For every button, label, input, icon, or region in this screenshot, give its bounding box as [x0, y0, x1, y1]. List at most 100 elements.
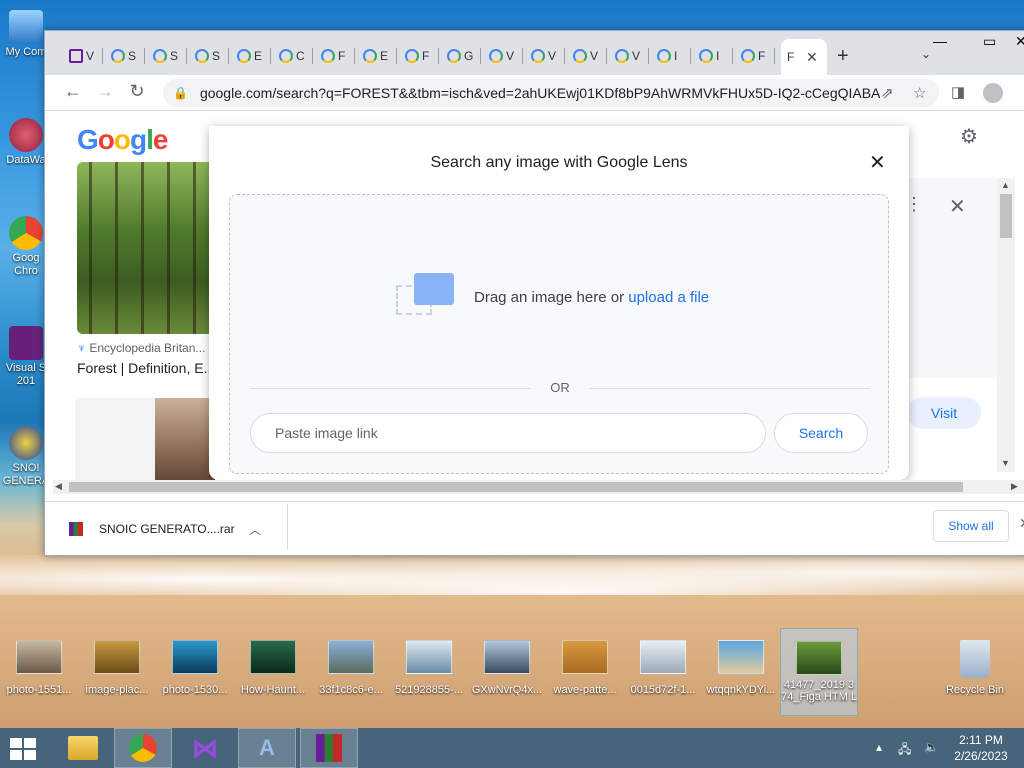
taskbar-file-explorer[interactable]: [54, 728, 112, 768]
tab[interactable]: I: [651, 43, 691, 69]
result-title[interactable]: Forest | Definition, E...: [77, 360, 215, 376]
desktop-file-icon[interactable]: photo-1551...: [0, 640, 78, 696]
paste-image-link-input[interactable]: [250, 413, 766, 453]
lock-icon[interactable]: 🔒: [173, 86, 188, 100]
maximize-icon[interactable]: ▭: [983, 33, 996, 50]
desktop-icon-label: SNOI GENERA: [2, 462, 50, 487]
google-favicon-icon: [363, 49, 377, 63]
tab[interactable]: S: [189, 43, 229, 69]
tab[interactable]: I: [693, 43, 733, 69]
desktop-icon-label: Visual S 201: [5, 362, 47, 387]
desktop-file-icon-selected[interactable]: 41477_2019 3 74_Figa HTM L: [780, 628, 858, 716]
tab[interactable]: F: [399, 43, 439, 69]
side-panel-icon[interactable]: ◨: [951, 83, 965, 101]
google-logo[interactable]: Google: [77, 124, 168, 156]
tab[interactable]: E: [231, 43, 271, 69]
google-favicon-icon: [657, 49, 671, 63]
chrome-icon: [9, 216, 43, 250]
share-icon[interactable]: ⇗: [881, 84, 894, 102]
image-file-icon: [250, 640, 296, 674]
result-source[interactable]: ♆ Encyclopedia Britan...: [77, 341, 205, 355]
minimize-icon[interactable]: —: [933, 33, 947, 49]
or-separator: OR: [550, 380, 570, 395]
lens-close-icon[interactable]: ✕: [869, 150, 886, 175]
image-file-icon: [406, 640, 452, 674]
scroll-up-icon[interactable]: ▲: [1001, 180, 1010, 190]
desktop-file-icon[interactable]: GXwNvrQ4x...: [468, 640, 546, 696]
image-drop-zone[interactable]: Drag an image here or upload a file OR S…: [229, 194, 889, 474]
upload-file-link[interactable]: upload a file: [628, 289, 709, 306]
result-image-mountain[interactable]: [155, 398, 215, 480]
desktop-file-icon[interactable]: 0015d72f-1...: [624, 640, 702, 696]
computer-icon: [9, 10, 43, 44]
scroll-left-icon[interactable]: ◀: [55, 481, 62, 492]
tab[interactable]: S: [105, 43, 145, 69]
tab-active[interactable]: F ✕: [781, 39, 827, 75]
tab-close-icon[interactable]: ✕: [806, 49, 818, 66]
apps-grid-icon[interactable]: ⋮⋮: [1010, 124, 1017, 145]
recycle-bin[interactable]: Recycle Bin: [936, 640, 1014, 696]
network-icon[interactable]: 🖧: [898, 740, 911, 761]
settings-gear-icon[interactable]: ⚙: [960, 124, 978, 149]
tab[interactable]: G: [441, 43, 481, 69]
bookmark-star-icon[interactable]: ☆: [913, 84, 926, 102]
profile-avatar-icon[interactable]: [983, 83, 1003, 103]
image-file-icon: [484, 640, 530, 674]
taskbar-app[interactable]: A: [238, 728, 296, 768]
preview-close-icon[interactable]: ✕: [949, 194, 966, 219]
datawa-icon: [9, 118, 43, 152]
desktop-icon-label: DataWa: [6, 154, 46, 166]
tab-search-chevron-icon[interactable]: ⌄: [921, 47, 931, 61]
desktop-file-icon[interactable]: 33f1c8c6-e...: [312, 640, 390, 696]
system-clock[interactable]: 2:11 PM 2/26/2023: [948, 732, 1014, 764]
tray-show-hidden-icon[interactable]: ▴: [876, 740, 882, 754]
vertical-scrollbar[interactable]: ▲ ▼: [997, 178, 1015, 472]
window-close-icon[interactable]: ✕: [1015, 33, 1024, 50]
url-text[interactable]: google.com/search?q=FOREST&&tbm=isch&ved…: [200, 85, 880, 101]
tab[interactable]: F: [315, 43, 355, 69]
tab[interactable]: F: [735, 43, 775, 69]
visit-button[interactable]: Visit: [907, 397, 981, 429]
desktop-file-icon[interactable]: 521928855-...: [390, 640, 468, 696]
image-file-icon: [328, 640, 374, 674]
show-all-button[interactable]: Show all: [933, 510, 1009, 542]
taskbar-chrome[interactable]: [114, 728, 172, 768]
tab[interactable]: V: [525, 43, 565, 69]
scrollbar-thumb[interactable]: [1000, 194, 1012, 238]
desktop-file-icon[interactable]: photo-1530...: [156, 640, 234, 696]
shelf-close-icon[interactable]: ✕: [1019, 515, 1024, 532]
scroll-right-icon[interactable]: ▶: [1011, 481, 1018, 492]
reload-icon[interactable]: ↻: [125, 81, 149, 102]
scrollbar-thumb[interactable]: [69, 482, 963, 492]
address-bar[interactable]: 🔒 google.com/search?q=FOREST&&tbm=isch&v…: [163, 79, 939, 107]
taskbar-winrar[interactable]: [300, 728, 358, 768]
back-arrow-icon[interactable]: ←: [61, 81, 85, 102]
start-button-windows-icon[interactable]: [10, 738, 36, 760]
result-image-forest[interactable]: [77, 162, 217, 334]
tab[interactable]: V: [63, 43, 103, 69]
tab[interactable]: E: [357, 43, 397, 69]
google-favicon-icon: [111, 49, 125, 63]
divider: [250, 388, 530, 389]
tab[interactable]: V: [483, 43, 523, 69]
tab[interactable]: V: [609, 43, 649, 69]
tab[interactable]: C: [273, 43, 313, 69]
volume-icon[interactable]: 🔈: [924, 740, 939, 754]
desktop-file-icon[interactable]: wave-patte...: [546, 640, 624, 696]
visual-studio-icon: ⋈: [192, 732, 218, 763]
rar-file-icon: [69, 522, 83, 536]
scroll-down-icon[interactable]: ▼: [1001, 458, 1010, 468]
desktop-file-icon[interactable]: wtqqnkYDYi...: [702, 640, 780, 696]
new-tab-button[interactable]: +: [837, 45, 849, 68]
taskbar-visual-studio[interactable]: ⋈: [176, 728, 234, 768]
tab[interactable]: S: [147, 43, 187, 69]
download-item[interactable]: SNOIC GENERATO....rar ︿: [69, 514, 289, 544]
lens-search-button[interactable]: Search: [774, 413, 868, 453]
forward-arrow-icon[interactable]: →: [93, 81, 117, 102]
horizontal-scrollbar[interactable]: ◀ ▶: [53, 480, 1024, 494]
desktop-file-icon[interactable]: How-Haunt...: [234, 640, 312, 696]
desktop-file-icon[interactable]: image-plac...: [78, 640, 156, 696]
chevron-up-icon[interactable]: ︿: [249, 521, 261, 538]
visual-studio-icon: [9, 326, 43, 360]
tab[interactable]: V: [567, 43, 607, 69]
